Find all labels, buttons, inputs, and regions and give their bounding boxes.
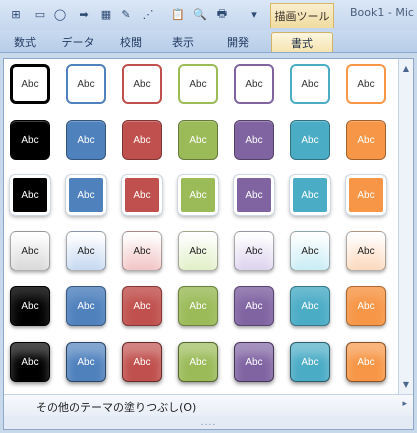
shape-style-orange-row4[interactable]: Abc [346,231,386,271]
shape-style-green-row2[interactable]: Abc [178,120,218,160]
shape-style-aqua-row1[interactable]: Abc [290,64,330,104]
gallery-scrollbar[interactable]: ▲ ▼ [398,59,413,394]
rectangle-icon[interactable]: ▭ [32,6,48,22]
shape-style-aqua-row5[interactable]: Abc [290,286,330,326]
pen-icon[interactable]: ✎ [118,6,134,22]
dropdown-icon[interactable]: ▾ [246,6,262,22]
oval-icon[interactable]: ◯ [52,6,68,22]
scroll-down-arrow-icon[interactable]: ▼ [399,377,413,391]
shape-style-purple-row4[interactable]: Abc [234,231,274,271]
shape-style-grid: Abc Abc Abc Abc Abc Abc Abc Abc Abc Abc Abc Abc Abc A… [4,59,399,394]
shape-style-red-row5[interactable]: Abc [122,286,162,326]
shape-style-purple-row1[interactable]: Abc [234,64,274,104]
shape-style-green-row5[interactable]: Abc [178,286,218,326]
shape-style-green-row6[interactable]: Abc [178,342,218,382]
shape-style-green-row1[interactable]: Abc [178,64,218,104]
shape-style-black-row3[interactable]: Abc [9,174,51,216]
shape-style-aqua-row4[interactable]: Abc [290,231,330,271]
shape-style-black-row1[interactable]: Abc [10,64,50,104]
shape-style-red-row2[interactable]: Abc [122,120,162,160]
shape-style-black-row4[interactable]: Abc [10,231,50,271]
more-theme-fills-menu-item[interactable]: その他のテーマの塗りつぶし(O) ▸ [4,394,413,416]
more-theme-fills-label: その他のテーマの塗りつぶし(O) [36,401,197,414]
shape-style-red-row4[interactable]: Abc [122,231,162,271]
shape-style-orange-row5[interactable]: Abc [346,286,386,326]
selection-pane-icon[interactable]: ⊞ [8,6,24,22]
scroll-up-arrow-icon[interactable]: ▲ [399,61,413,75]
shape-style-black-row2[interactable]: Abc [10,120,50,160]
shape-style-blue-row4[interactable]: Abc [66,231,106,271]
quick-access-toolbar: ⊞ ▭ ◯ ➡ ▦ ✎ ⋰ 📋 🔍 🖶 ▾ 描画ツール Book1 - Mic [0,0,417,30]
shape-style-purple-row5[interactable]: Abc [234,286,274,326]
tab-review[interactable]: 校閲 [114,32,148,51]
window-title: Book1 - Mic [350,6,414,19]
shape-style-black-row6[interactable]: Abc [10,342,50,382]
print-preview-icon[interactable]: 🔍 [192,6,208,22]
shape-style-purple-row3[interactable]: Abc [233,174,275,216]
shape-style-purple-row2[interactable]: Abc [234,120,274,160]
shape-style-green-row4[interactable]: Abc [178,231,218,271]
shape-style-blue-row1[interactable]: Abc [66,64,106,104]
tab-formulas[interactable]: 数式 [8,32,42,51]
tab-view[interactable]: 表示 [166,32,200,51]
print-icon[interactable]: 🖶 [214,6,230,22]
shape-style-green-row3[interactable]: Abc [177,174,219,216]
shape-style-blue-row5[interactable]: Abc [66,286,106,326]
ribbon-tabs: 数式 データ 校閲 表示 開発 書式 [0,30,417,53]
tab-developer[interactable]: 開発 [218,32,258,51]
arrow-icon[interactable]: ➡ [76,6,92,22]
shape-style-blue-row6[interactable]: Abc [66,342,106,382]
shape-style-orange-row3[interactable]: Abc [345,174,387,216]
table-icon[interactable]: ▦ [98,6,114,22]
shape-style-blue-row3[interactable]: Abc [65,174,107,216]
shape-style-red-row1[interactable]: Abc [122,64,162,104]
shape-style-red-row3[interactable]: Abc [121,174,163,216]
shape-style-blue-row2[interactable]: Abc [66,120,106,160]
shape-style-orange-row6[interactable]: Abc [346,342,386,382]
shape-fill-gallery: Abc Abc Abc Abc Abc Abc Abc Abc Abc Abc Abc Abc Abc A… [3,58,414,430]
resize-gripper[interactable]: .... [4,416,413,429]
shape-style-orange-row2[interactable]: Abc [346,120,386,160]
shape-style-aqua-row3[interactable]: Abc [289,174,331,216]
shape-style-black-row5[interactable]: Abc [10,286,50,326]
tab-data[interactable]: データ [58,32,98,51]
connector-icon[interactable]: ⋰ [140,6,156,22]
shape-style-aqua-row6[interactable]: Abc [290,342,330,382]
submenu-arrow-icon: ▸ [402,399,407,409]
drawing-tools-contextual-label: 描画ツール [270,3,334,28]
shape-style-orange-row1[interactable]: Abc [346,64,386,104]
paste-icon[interactable]: 📋 [170,6,186,22]
tab-format[interactable]: 書式 [271,32,333,52]
shape-style-purple-row6[interactable]: Abc [234,342,274,382]
shape-style-red-row6[interactable]: Abc [122,342,162,382]
shape-style-aqua-row2[interactable]: Abc [290,120,330,160]
